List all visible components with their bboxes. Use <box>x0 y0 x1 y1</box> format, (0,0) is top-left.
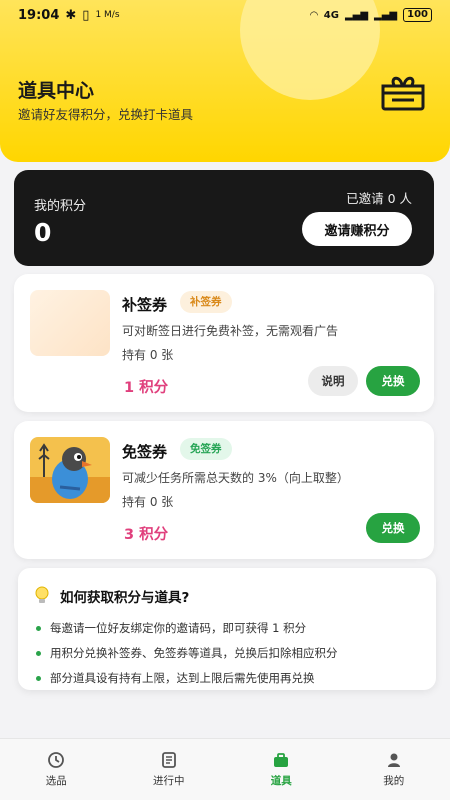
item-description: 可减少任务所需总天数的 3%（向上取整） <box>122 471 349 485</box>
points-value: 0 <box>34 218 52 247</box>
nav-item-in-progress[interactable]: 进行中 <box>113 739 226 800</box>
gift-box-icon <box>381 76 425 111</box>
item-hold-count: 持有 0 张 <box>122 348 174 362</box>
howto-item-text: 用积分兑换补签券、免签券等道具，兑换后扣除相应积分 <box>50 646 338 660</box>
item-hold-count: 持有 0 张 <box>122 495 174 509</box>
item-name: 补签券 <box>122 296 168 314</box>
nav-item-props[interactable]: 道具 <box>225 739 338 800</box>
howto-item: 部分道具设有持有上限，达到上限后需先使用再兑换 <box>36 666 338 691</box>
item-name: 免签券 <box>122 443 168 461</box>
document-icon <box>161 752 176 768</box>
explain-button[interactable]: 说明 <box>308 366 358 396</box>
howto-item: 用积分兑换补签券、免签券等道具，兑换后扣除相应积分 <box>36 641 338 666</box>
item-tag: 免签券 <box>180 438 232 460</box>
net-speed: 1 M/s <box>95 10 120 20</box>
howto-item: 每邀请一位好友绑定你的邀请码，即可获得 1 积分 <box>36 616 338 641</box>
item-thumbnail <box>30 437 110 503</box>
clock-icon <box>48 752 65 768</box>
toolbox-icon <box>274 753 289 767</box>
nav-label: 我的 <box>383 775 405 787</box>
status-time: 19:04 <box>18 7 60 23</box>
exchange-button[interactable]: 兑换 <box>366 513 420 543</box>
invite-button[interactable]: 邀请赚积分 <box>302 212 412 246</box>
item-card-skip-ticket: 免签券 免签券 可减少任务所需总天数的 3%（向上取整） 持有 0 张 3 积分… <box>14 421 434 559</box>
howto-title: 如何获取积分与道具? <box>60 590 190 606</box>
signal-icon: ▂▄▆ <box>344 9 369 21</box>
nav-label: 选品 <box>45 775 67 787</box>
wifi-icon: ◠ <box>310 9 318 21</box>
person-icon <box>387 753 400 767</box>
bottom-navigation: 选品 进行中 道具 我的 <box>0 738 450 800</box>
nav-item-mine[interactable]: 我的 <box>338 739 450 800</box>
signal-icon-2: ▂▄▆ <box>374 9 398 21</box>
signal-label: 4G <box>323 9 339 21</box>
battery-indicator: 100 <box>403 8 432 22</box>
points-card: 我的积分 0 已邀请 0 人 邀请赚积分 <box>14 170 434 266</box>
invited-count: 已邀请 0 人 <box>346 191 412 206</box>
howto-card: 如何获取积分与道具? 每邀请一位好友绑定你的邀请码，即可获得 1 积分 用积分兑… <box>18 568 436 690</box>
howto-item-text: 部分道具设有持有上限，达到上限后需先使用再兑换 <box>50 671 315 685</box>
nav-label: 进行中 <box>153 775 185 787</box>
vibrate-icon: ▯ <box>82 7 90 23</box>
nav-label: 道具 <box>270 775 292 787</box>
howto-item-text: 每邀请一位好友绑定你的邀请码，即可获得 1 积分 <box>50 621 307 635</box>
item-thumbnail <box>30 290 110 356</box>
item-cost: 3 积分 <box>124 527 169 543</box>
bluetooth-icon: ✱ <box>65 7 77 23</box>
howto-list: 每邀请一位好友绑定你的邀请码，即可获得 1 积分 用积分兑换补签券、免签券等道具… <box>36 616 338 691</box>
lightbulb-icon <box>35 586 49 603</box>
bullet-dot-icon <box>36 676 41 681</box>
item-card-makeup-ticket: 补签券 补签券 可对断签日进行免费补签，无需观看广告 持有 0 张 1 积分 说… <box>14 274 434 412</box>
item-description: 可对断签日进行免费补签，无需观看广告 <box>122 324 339 338</box>
status-bar: 19:04 ✱ ▯ 1 M/s ◠ 4G ▂▄▆ ▂▄▆ 100 <box>0 0 450 30</box>
exchange-button[interactable]: 兑换 <box>366 366 420 396</box>
parrot-character-illustration <box>30 437 110 503</box>
points-label: 我的积分 <box>34 199 87 214</box>
bullet-dot-icon <box>36 626 41 631</box>
page-title: 道具中心 <box>18 80 95 102</box>
page-subtitle: 邀请好友得积分，兑换打卡道具 <box>18 107 194 122</box>
nav-item-selection[interactable]: 选品 <box>0 739 113 800</box>
item-cost: 1 积分 <box>124 380 169 396</box>
bullet-dot-icon <box>36 651 41 656</box>
item-tag: 补签券 <box>180 291 232 313</box>
